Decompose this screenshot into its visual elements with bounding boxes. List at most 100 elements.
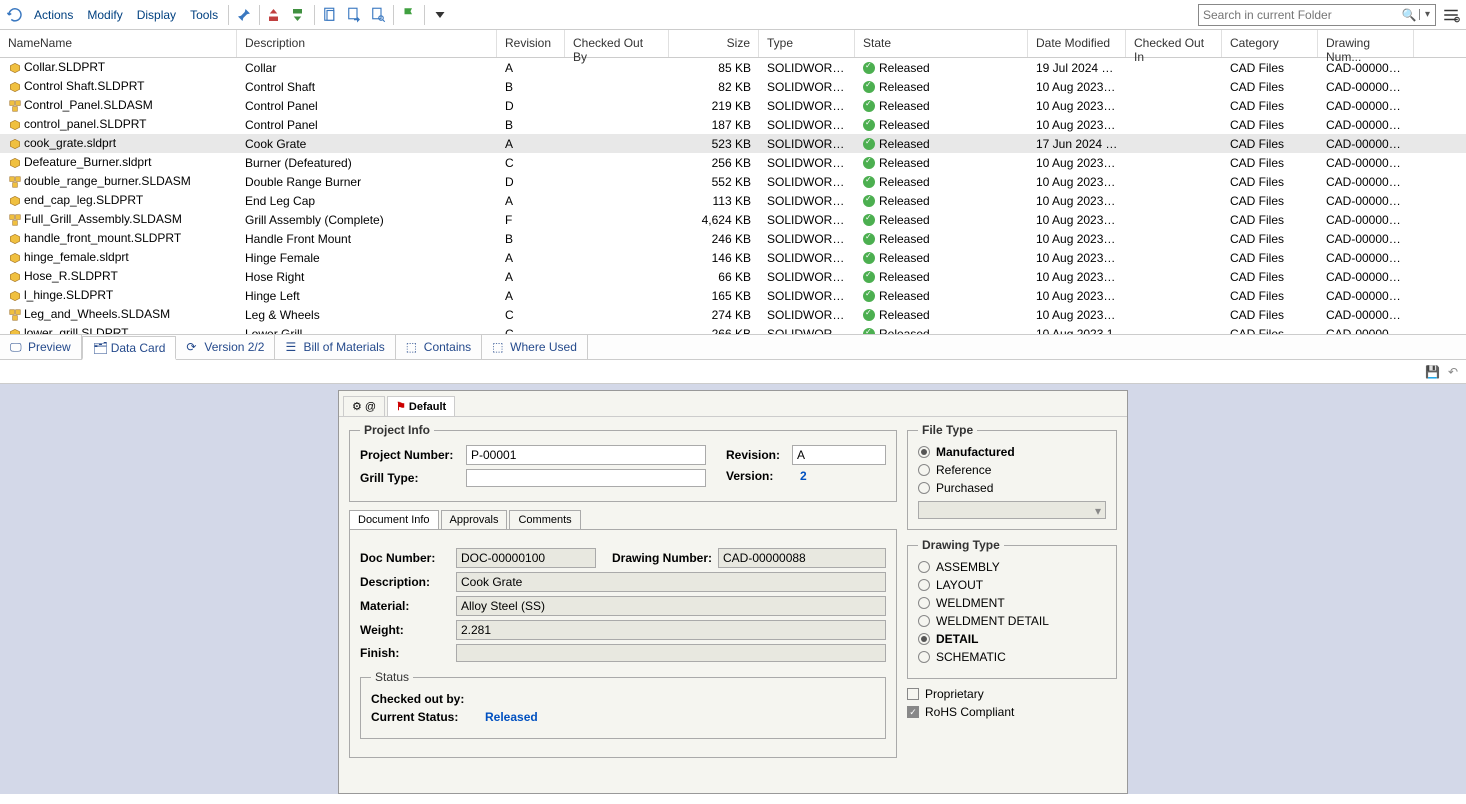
search-input[interactable] bbox=[1199, 8, 1399, 22]
doc-info-panel: Doc Number: DOC-00000100 Drawing Number:… bbox=[349, 530, 897, 758]
rohs-check[interactable]: ✓RoHS Compliant bbox=[907, 705, 1117, 719]
mat-field[interactable]: Alloy Steel (SS) bbox=[456, 596, 886, 616]
table-row[interactable]: cook_grate.sldprtCook GrateA523 KBSOLIDW… bbox=[0, 134, 1466, 153]
grid-body: Collar.SLDPRTCollarA85 KBSOLIDWORKS ...R… bbox=[0, 58, 1466, 334]
proprietary-check[interactable]: Proprietary bbox=[907, 687, 1117, 701]
col-chkin[interactable]: Checked Out In bbox=[1126, 30, 1222, 57]
card-tab-default[interactable]: ⚑Default bbox=[387, 396, 455, 416]
table-row[interactable]: Control_Panel.SLDASMControl PanelD219 KB… bbox=[0, 96, 1466, 115]
released-icon bbox=[863, 328, 875, 334]
tab-contains[interactable]: ⬚Contains bbox=[396, 335, 482, 359]
filetype-radio-purchased[interactable]: Purchased bbox=[918, 481, 1106, 495]
dropdown-icon[interactable] bbox=[429, 4, 451, 26]
radio-icon bbox=[918, 446, 930, 458]
drwtype-radio-detail[interactable]: DETAIL bbox=[918, 632, 1106, 646]
file-icon bbox=[8, 327, 22, 334]
drwtype-radio-assembly[interactable]: ASSEMBLY bbox=[918, 560, 1106, 574]
main-toolbar: Actions Modify Display Tools 🔍 ▾ bbox=[0, 0, 1466, 30]
table-row[interactable]: Hose_R.SLDPRTHose RightA66 KBSOLIDWORKS … bbox=[0, 267, 1466, 286]
drwtype-radio-weldment-detail[interactable]: WELDMENT DETAIL bbox=[918, 614, 1106, 628]
tab-bom[interactable]: ☰Bill of Materials bbox=[275, 335, 395, 359]
data-card: ⚙@ ⚑Default Project Info Project Number:… bbox=[338, 390, 1128, 794]
col-type[interactable]: Type bbox=[759, 30, 855, 57]
checkout-icon[interactable] bbox=[264, 4, 286, 26]
col-date[interactable]: Date Modified bbox=[1028, 30, 1126, 57]
col-chkby[interactable]: Checked Out By bbox=[565, 30, 669, 57]
search-dropdown-icon[interactable]: ▾ bbox=[1419, 9, 1435, 20]
menu-modify[interactable]: Modify bbox=[81, 6, 128, 24]
col-drw[interactable]: Drawing Num... bbox=[1318, 30, 1414, 57]
released-icon bbox=[863, 252, 875, 264]
wt-field[interactable]: 2.281 bbox=[456, 620, 886, 640]
table-row[interactable]: hinge_female.sldprtHinge FemaleA146 KBSO… bbox=[0, 248, 1466, 267]
search-options-icon[interactable] bbox=[1440, 4, 1462, 26]
filetype-radio-manufactured[interactable]: Manufactured bbox=[918, 445, 1106, 459]
flag-icon[interactable] bbox=[398, 4, 420, 26]
col-cat[interactable]: Category bbox=[1222, 30, 1318, 57]
preview-icon: 🖵 bbox=[10, 340, 24, 354]
tab-version[interactable]: ⟳Version 2/2 bbox=[176, 335, 275, 359]
table-row[interactable]: Collar.SLDPRTCollarA85 KBSOLIDWORKS ...R… bbox=[0, 58, 1466, 77]
fin-field[interactable] bbox=[456, 644, 886, 662]
table-row[interactable]: Defeature_Burner.sldprtBurner (Defeature… bbox=[0, 153, 1466, 172]
table-row[interactable]: handle_front_mount.SLDPRTHandle Front Mo… bbox=[0, 229, 1466, 248]
col-state[interactable]: State bbox=[855, 30, 1028, 57]
filetype-combo[interactable]: ▾ bbox=[918, 501, 1106, 519]
table-row[interactable]: control_panel.SLDPRTControl PanelB187 KB… bbox=[0, 115, 1466, 134]
inner-tab-docinfo[interactable]: Document Info bbox=[349, 510, 439, 529]
rev-field[interactable]: A bbox=[792, 445, 886, 465]
file-grid: NameName Description Revision Checked Ou… bbox=[0, 30, 1466, 334]
menu-tools[interactable]: Tools bbox=[184, 6, 224, 24]
card-tab-at[interactable]: ⚙@ bbox=[343, 396, 385, 416]
tab-preview[interactable]: 🖵Preview bbox=[0, 335, 82, 359]
file-icon bbox=[8, 118, 22, 132]
radio-icon bbox=[918, 597, 930, 609]
inner-tab-comments[interactable]: Comments bbox=[509, 510, 580, 529]
undo-card-icon[interactable]: ↶ bbox=[1448, 365, 1458, 379]
project-info-group: Project Info Project Number:P-00001 Gril… bbox=[349, 423, 897, 502]
checkin-icon[interactable] bbox=[288, 4, 310, 26]
tab-whereused[interactable]: ⬚Where Used bbox=[482, 335, 588, 359]
desc-field[interactable]: Cook Grate bbox=[456, 572, 886, 592]
filetype-radio-reference[interactable]: Reference bbox=[918, 463, 1106, 477]
pin-icon[interactable] bbox=[233, 4, 255, 26]
doc1-icon[interactable] bbox=[319, 4, 341, 26]
ver-label: Version: bbox=[726, 469, 786, 483]
proj-num-field[interactable]: P-00001 bbox=[466, 445, 706, 465]
col-name[interactable]: NameName bbox=[0, 30, 237, 57]
table-row[interactable]: Control Shaft.SLDPRTControl ShaftB82 KBS… bbox=[0, 77, 1466, 96]
table-row[interactable]: l_hinge.SLDPRTHinge LeftA165 KBSOLIDWORK… bbox=[0, 286, 1466, 305]
filetype-group: File Type Manufactured Reference Purchased… bbox=[907, 423, 1117, 530]
file-icon bbox=[8, 232, 22, 246]
refresh-icon[interactable] bbox=[4, 4, 26, 26]
search-icon[interactable]: 🔍 bbox=[1399, 8, 1419, 22]
drwtype-radio-schematic[interactable]: SCHEMATIC bbox=[918, 650, 1106, 664]
table-row[interactable]: double_range_burner.SLDASMDouble Range B… bbox=[0, 172, 1466, 191]
table-row[interactable]: Full_Grill_Assembly.SLDASMGrill Assembly… bbox=[0, 210, 1466, 229]
tab-datacard[interactable]: 🗂Data Card bbox=[82, 336, 177, 360]
doc-search-icon[interactable] bbox=[367, 4, 389, 26]
menu-actions[interactable]: Actions bbox=[28, 6, 79, 24]
released-icon bbox=[863, 157, 875, 169]
table-row[interactable]: Leg_and_Wheels.SLDASMLeg & WheelsC274 KB… bbox=[0, 305, 1466, 324]
grill-type-field[interactable] bbox=[466, 469, 706, 487]
drwtype-radio-layout[interactable]: LAYOUT bbox=[918, 578, 1106, 592]
filetype-legend: File Type bbox=[918, 423, 977, 437]
detail-bar: 💾 ↶ bbox=[0, 360, 1466, 384]
table-row[interactable]: end_cap_leg.SLDPRTEnd Leg CapA113 KBSOLI… bbox=[0, 191, 1466, 210]
drwtype-legend: Drawing Type bbox=[918, 538, 1004, 552]
inner-tabs: Document Info Approvals Comments bbox=[349, 510, 897, 530]
menu-display[interactable]: Display bbox=[131, 6, 182, 24]
drwtype-radio-weldment[interactable]: WELDMENT bbox=[918, 596, 1106, 610]
save-card-icon[interactable]: 💾 bbox=[1425, 365, 1440, 379]
col-rev[interactable]: Revision bbox=[497, 30, 565, 57]
inner-tab-approvals[interactable]: Approvals bbox=[441, 510, 508, 529]
col-desc[interactable]: Description bbox=[237, 30, 497, 57]
config-icon: ⚙ bbox=[352, 400, 362, 413]
drwnum-label: Drawing Number: bbox=[612, 551, 712, 565]
status-group: Status Checked out by: Current Status:Re… bbox=[360, 670, 886, 739]
doc-down-icon[interactable] bbox=[343, 4, 365, 26]
table-row[interactable]: lower_grill.SLDPRTLower GrillC266 KBSOLI… bbox=[0, 324, 1466, 334]
col-size[interactable]: Size bbox=[669, 30, 759, 57]
released-icon bbox=[863, 309, 875, 321]
